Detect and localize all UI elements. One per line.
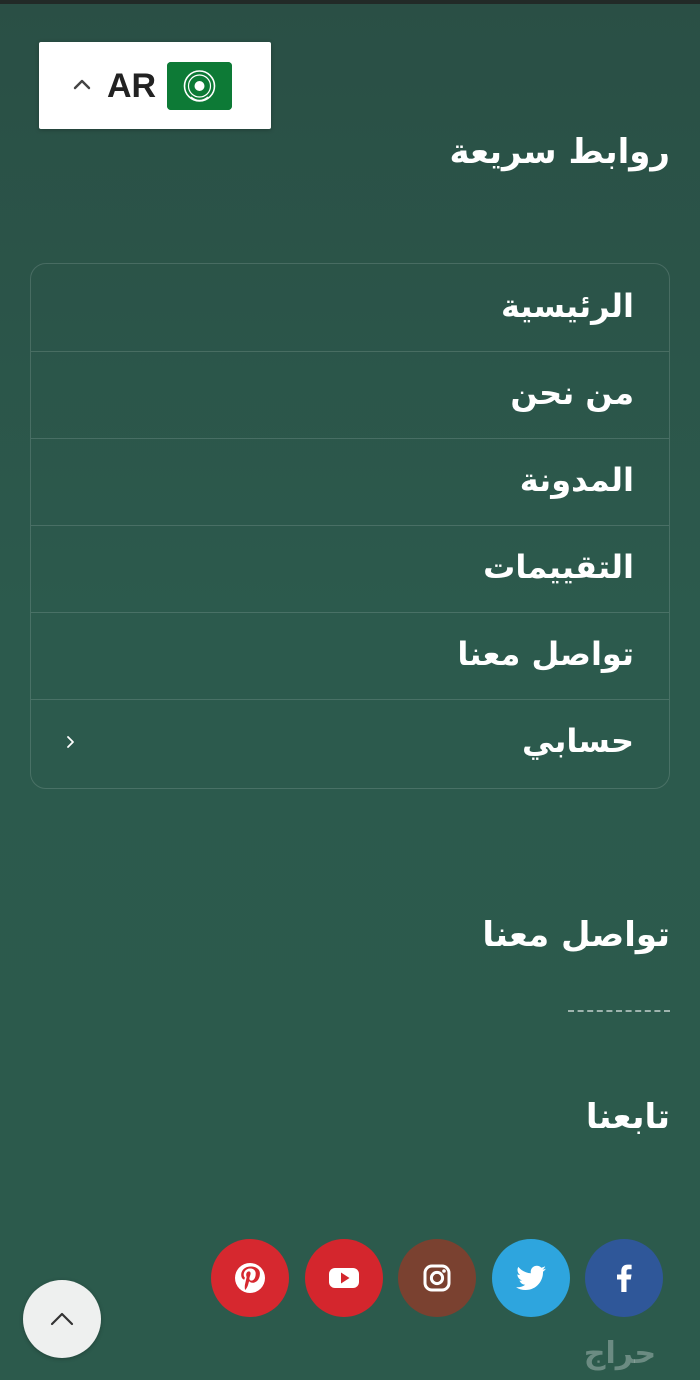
arab-league-flag-icon xyxy=(167,62,232,110)
pinterest-icon xyxy=(235,1263,265,1293)
quick-links-title: روابط سريعة xyxy=(449,132,670,172)
pinterest-button[interactable] xyxy=(211,1239,289,1317)
twitter-icon xyxy=(516,1265,546,1290)
follow-title: تابعنا xyxy=(585,1097,670,1137)
watermark: حراج xyxy=(583,1336,657,1371)
nav-link-label: الرئيسية xyxy=(501,287,634,325)
chevron-up-icon xyxy=(73,79,91,90)
scroll-to-top-button[interactable] xyxy=(23,1280,101,1358)
facebook-button[interactable] xyxy=(585,1239,663,1317)
nav-link-label: المدونة xyxy=(519,461,634,499)
divider xyxy=(568,1010,670,1012)
youtube-icon xyxy=(329,1268,359,1288)
language-code: AR xyxy=(107,67,157,105)
instagram-button[interactable] xyxy=(398,1239,476,1317)
top-strip xyxy=(0,0,700,4)
nav-link-home[interactable]: الرئيسية xyxy=(31,264,669,352)
instagram-icon xyxy=(423,1264,451,1292)
nav-link-blog[interactable]: المدونة xyxy=(31,438,669,526)
nav-link-contact[interactable]: تواصل معنا xyxy=(31,612,669,700)
quick-links-list: الرئيسية من نحن المدونة التقييمات تواصل … xyxy=(30,263,670,789)
nav-link-my-account[interactable]: حسابي xyxy=(31,699,669,786)
nav-link-label: حسابي xyxy=(521,722,634,760)
nav-link-label: التقييمات xyxy=(483,548,634,586)
contact-title: تواصل معنا xyxy=(482,915,670,955)
nav-link-label: تواصل معنا xyxy=(457,635,634,673)
chevron-right-icon xyxy=(67,736,74,748)
twitter-button[interactable] xyxy=(492,1239,570,1317)
facebook-icon xyxy=(617,1264,632,1292)
chevron-up-icon xyxy=(50,1312,74,1326)
youtube-button[interactable] xyxy=(305,1239,383,1317)
nav-link-about[interactable]: من نحن xyxy=(31,351,669,439)
nav-link-label: من نحن xyxy=(510,374,634,412)
nav-link-reviews[interactable]: التقييمات xyxy=(31,525,669,613)
